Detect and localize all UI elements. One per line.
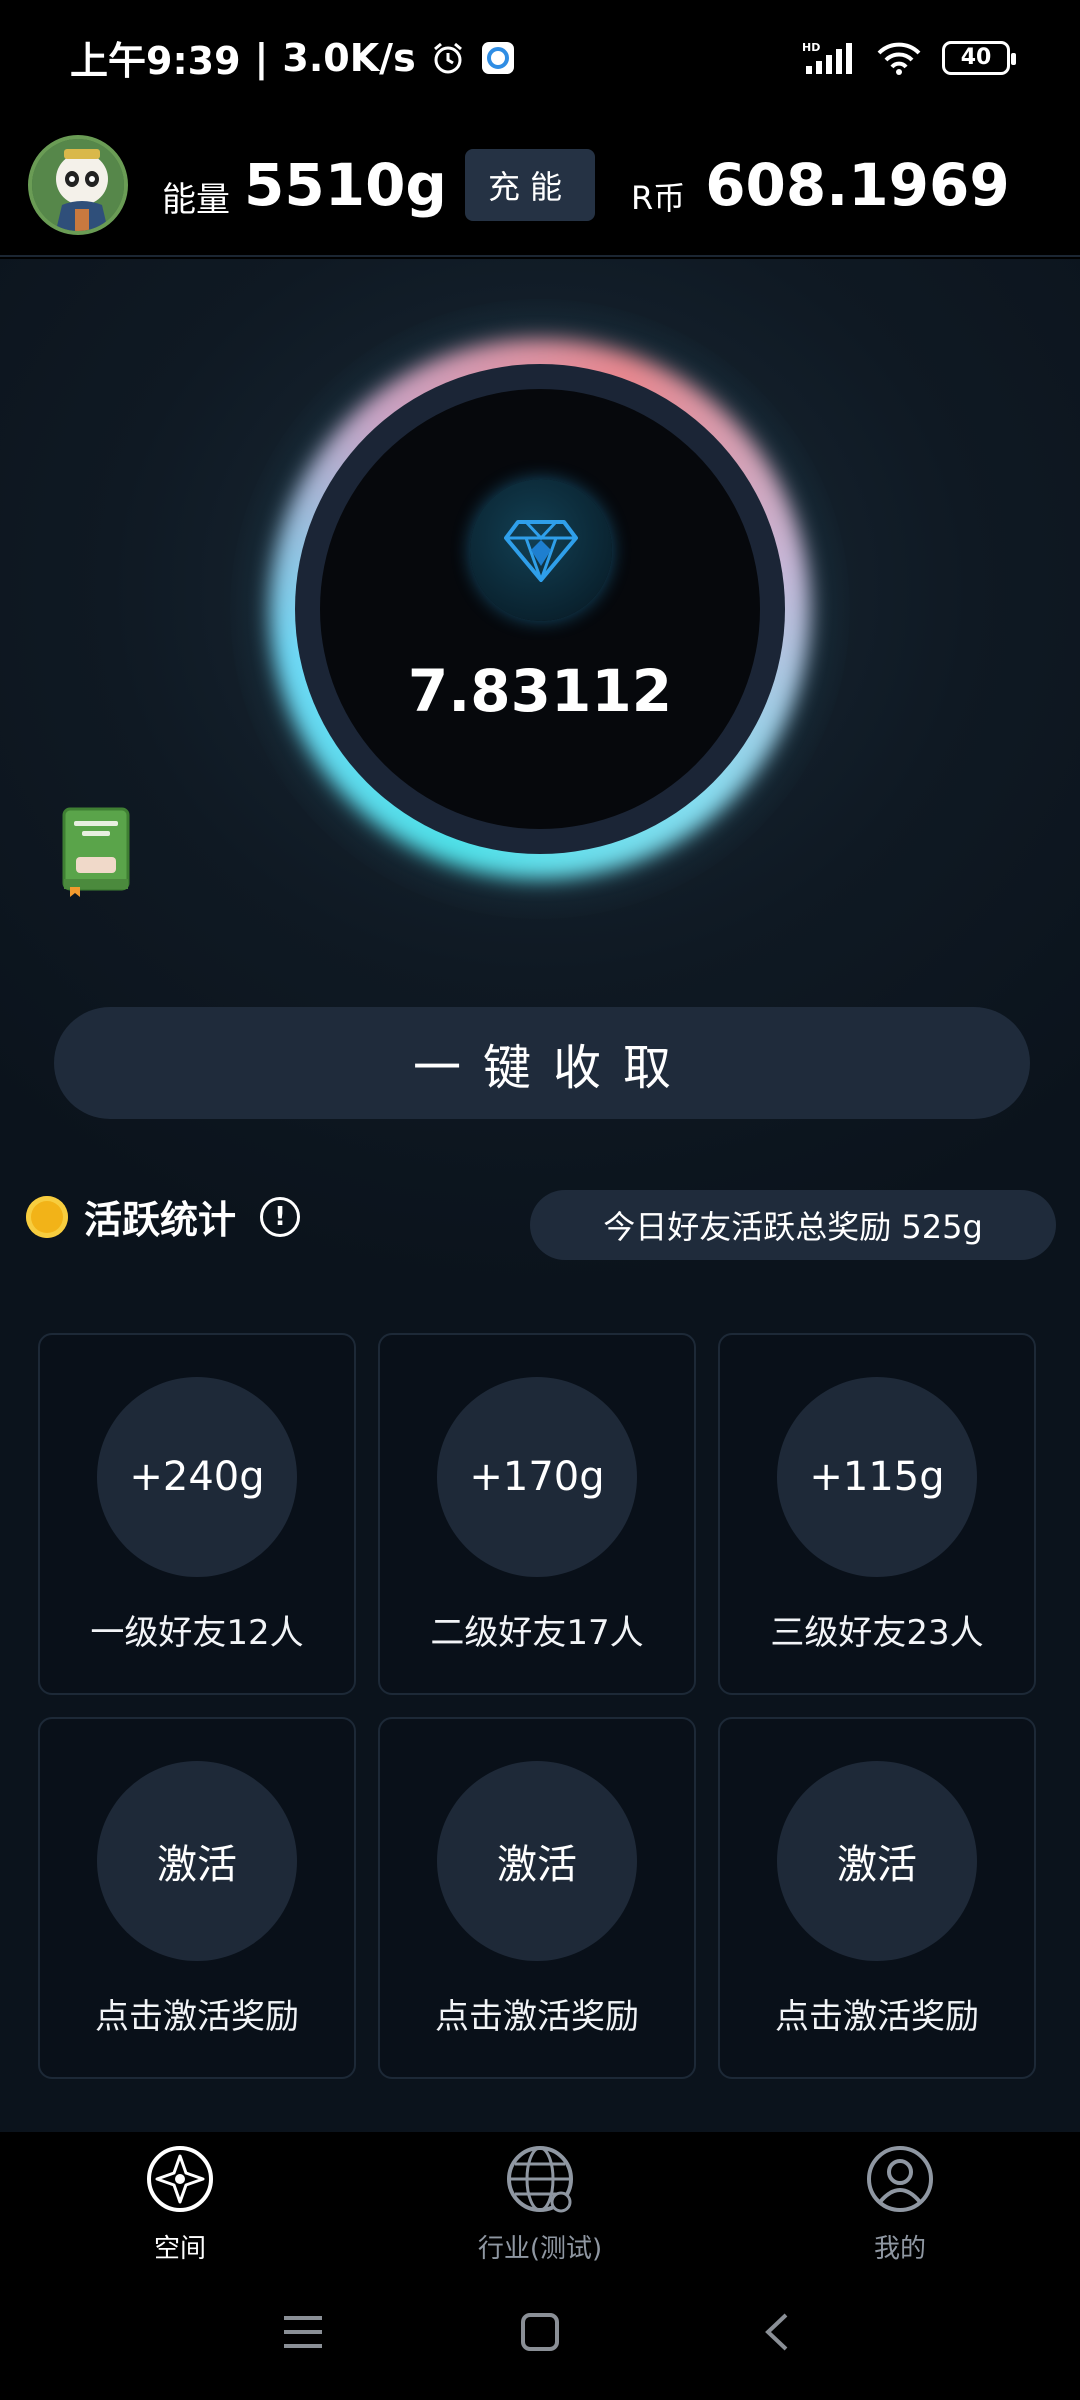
alarm-icon — [430, 40, 466, 76]
book-icon[interactable] — [60, 807, 132, 897]
avatar[interactable] — [28, 135, 128, 235]
battery-level: 40 — [960, 45, 992, 70]
main-area: 7.83112 一键收取 活跃统计 ! 今日好友活跃总奖励 525g +240g… — [0, 259, 1080, 2132]
card-label: 点击激活奖励 — [435, 1997, 639, 2037]
card-value: +240g — [97, 1377, 297, 1577]
activity-stats-title: 活跃统计 — [84, 1198, 237, 1242]
status-separator: | — [254, 35, 269, 80]
system-nav-bar — [0, 2272, 1080, 2400]
friend-level-1-card[interactable]: +240g 一级好友12人 — [38, 1333, 356, 1695]
activate-card-2[interactable]: 激活 点击激活奖励 — [378, 1717, 696, 2079]
globe-icon — [505, 2144, 575, 2218]
nav-item-space[interactable]: 空间 — [60, 2144, 300, 2265]
today-reward-pill: 今日好友活跃总奖励 525g — [530, 1190, 1056, 1260]
card-label: 点击激活奖励 — [95, 1997, 299, 2037]
network-label: HD — [802, 41, 820, 54]
card-label: 二级好友17人 — [430, 1613, 644, 1653]
energy-value: 5510g — [244, 151, 447, 219]
charge-button[interactable]: 充能 — [464, 149, 595, 221]
card-label: 点击激活奖励 — [775, 1997, 979, 2037]
nav-label-mine: 我的 — [873, 2234, 926, 2264]
activity-stats-header: 活跃统计 ! — [26, 1189, 301, 1244]
back-icon[interactable] — [762, 2312, 792, 2356]
card-label: 一级好友12人 — [90, 1613, 304, 1653]
nav-item-industry[interactable]: 行业(测试) — [420, 2144, 660, 2265]
wifi-icon — [876, 40, 922, 76]
compass-icon — [145, 2144, 215, 2218]
menu-icon[interactable] — [282, 2312, 324, 2356]
battery-icon: 40 — [942, 40, 1016, 75]
network-speed: 3.0K/s — [282, 35, 416, 80]
activate-button[interactable]: 激活 — [777, 1761, 977, 1961]
card-label: 三级好友23人 — [770, 1613, 984, 1653]
app-notification-icon — [480, 40, 516, 76]
coin-value: 608.1969 — [705, 151, 1010, 219]
friend-level-2-card[interactable]: +170g 二级好友17人 — [378, 1333, 696, 1695]
info-icon[interactable]: ! — [260, 1196, 301, 1237]
top-header: 能量 5510g 充能 R币 608.1969 — [0, 115, 1080, 257]
card-value: +170g — [437, 1377, 637, 1577]
activate-card-1[interactable]: 激活 点击激活奖励 — [38, 1717, 356, 2079]
orb-value: 7.83112 — [407, 657, 673, 725]
signal-icon: HD — [802, 40, 856, 76]
coin-label: R币 — [630, 179, 686, 217]
bottom-nav: 空间 行业(测试) 我的 — [0, 2132, 1080, 2272]
status-time: 上午9:39 — [70, 39, 241, 83]
card-value: +115g — [777, 1377, 977, 1577]
home-icon[interactable] — [520, 2312, 560, 2356]
status-bar: 上午9:39 | 3.0K/s HD 40 — [0, 0, 1080, 115]
friend-stats-grid: +240g 一级好友12人 +170g 二级好友17人 +115g 三级好友23… — [38, 1333, 1036, 2079]
activate-button[interactable]: 激活 — [437, 1761, 637, 1961]
collect-all-button[interactable]: 一键收取 — [54, 1007, 1030, 1119]
energy-label: 能量 — [162, 179, 230, 220]
nav-item-mine[interactable]: 我的 — [780, 2144, 1020, 2265]
user-icon — [865, 2144, 935, 2218]
nav-label-industry: 行业(测试) — [477, 2234, 603, 2264]
diamond-icon — [470, 479, 612, 621]
nav-label-space: 空间 — [153, 2234, 206, 2264]
friend-level-3-card[interactable]: +115g 三级好友23人 — [718, 1333, 1036, 1695]
medal-icon — [26, 1195, 68, 1238]
activate-button[interactable]: 激活 — [97, 1761, 297, 1961]
activate-card-3[interactable]: 激活 点击激活奖励 — [718, 1717, 1036, 2079]
